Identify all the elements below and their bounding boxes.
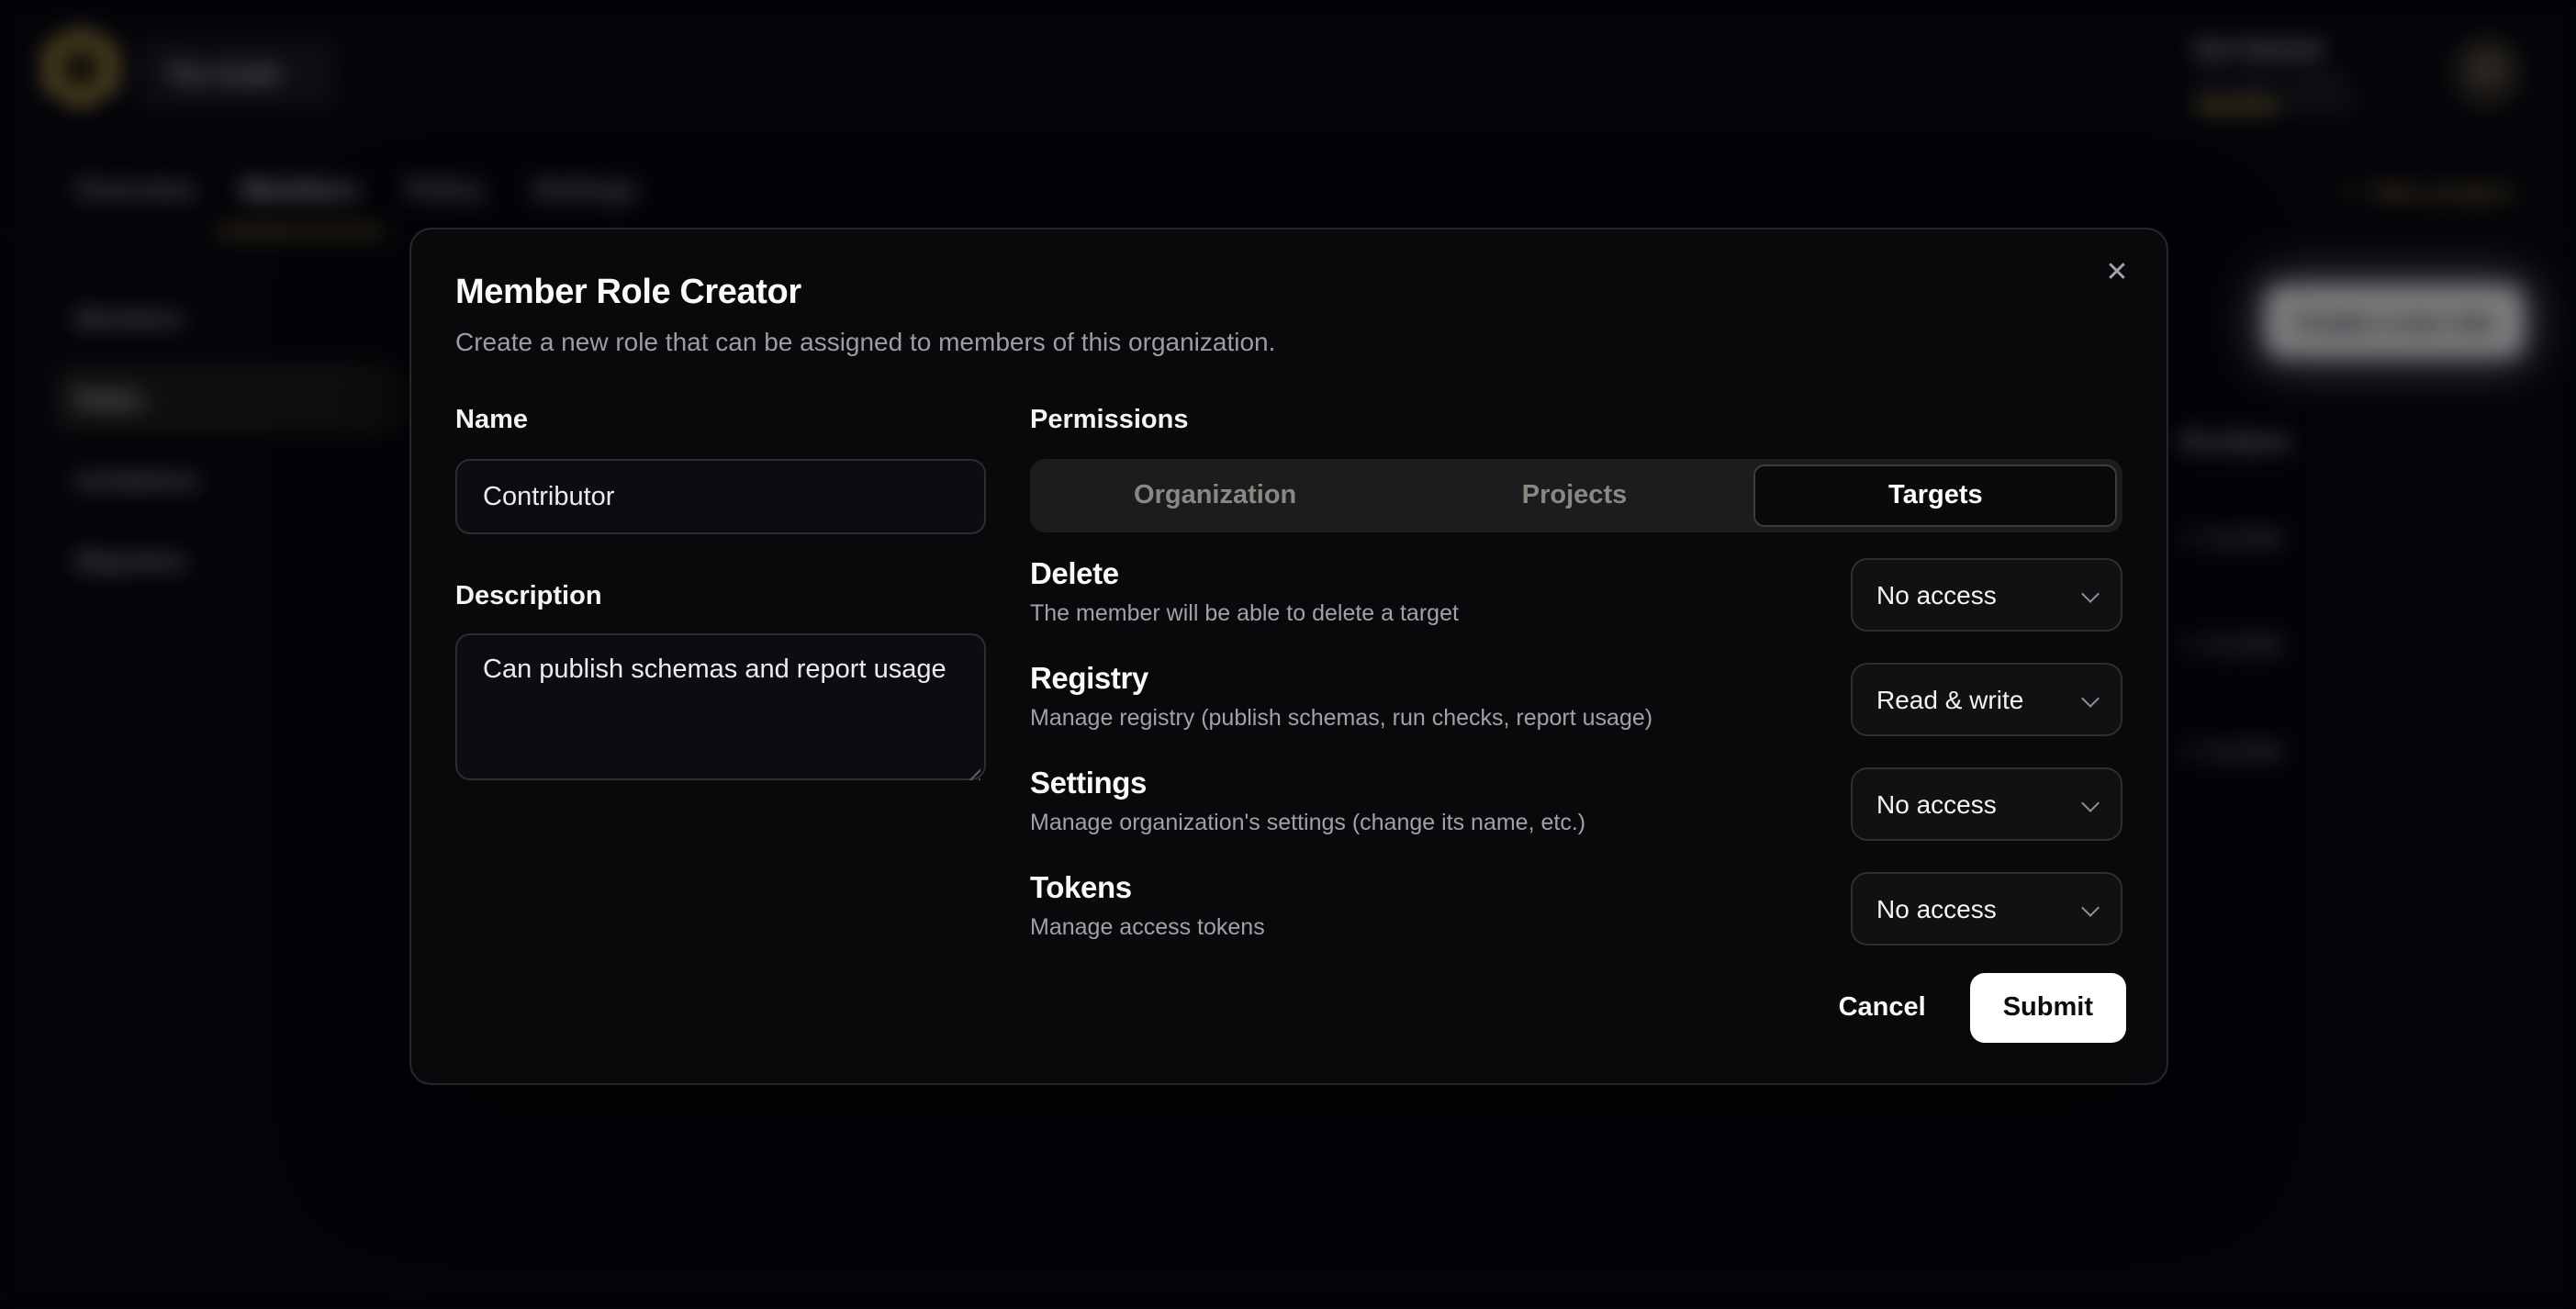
permission-row-delete: Delete The member will be able to delete… bbox=[1030, 558, 2122, 632]
chevron-down-icon bbox=[2081, 584, 2100, 602]
close-icon[interactable]: ✕ bbox=[2097, 253, 2137, 294]
tab-organization[interactable]: Organization bbox=[1036, 464, 1394, 527]
chevron-down-icon bbox=[2081, 898, 2100, 916]
settings-access-select[interactable]: No access bbox=[1851, 767, 2122, 841]
permission-description: Manage organization's settings (change i… bbox=[1030, 810, 1585, 835]
chevron-down-icon bbox=[2081, 688, 2100, 707]
permission-description: Manage registry (publish schemas, run ch… bbox=[1030, 705, 1652, 731]
permission-row-registry: Registry Manage registry (publish schema… bbox=[1030, 663, 2122, 736]
name-label: Name bbox=[455, 406, 528, 435]
registry-access-select[interactable]: Read & write bbox=[1851, 663, 2122, 736]
permission-title: Settings bbox=[1030, 767, 1585, 802]
screen: The Guild Get Started 4 of 7 tasks compl… bbox=[0, 0, 2576, 1309]
permission-title: Delete bbox=[1030, 558, 1459, 593]
dialog-subtitle: Create a new role that can be assigned t… bbox=[455, 327, 2122, 356]
permission-description: The member will be able to delete a targ… bbox=[1030, 600, 1459, 626]
permission-title: Tokens bbox=[1030, 872, 1265, 907]
cancel-button[interactable]: Cancel bbox=[1813, 973, 1952, 1043]
permissions-tabstrip: Organization Projects Targets bbox=[1030, 459, 2122, 532]
role-description-textarea[interactable]: Can publish schemas and report usage bbox=[455, 633, 986, 780]
chevron-down-icon bbox=[2081, 793, 2100, 811]
dialog-title: Member Role Creator bbox=[455, 274, 2122, 314]
permissions-label: Permissions bbox=[1030, 406, 1189, 435]
submit-button[interactable]: Submit bbox=[1970, 973, 2126, 1043]
description-label: Description bbox=[455, 582, 986, 611]
role-name-input[interactable] bbox=[455, 459, 986, 534]
permission-description: Manage access tokens bbox=[1030, 914, 1265, 940]
member-role-creator-dialog: ✕ Member Role Creator Create a new role … bbox=[409, 228, 2168, 1085]
delete-access-select[interactable]: No access bbox=[1851, 558, 2122, 632]
permission-row-settings: Settings Manage organization's settings … bbox=[1030, 767, 2122, 841]
tokens-access-select[interactable]: No access bbox=[1851, 872, 2122, 945]
permission-title: Registry bbox=[1030, 663, 1652, 698]
tab-projects[interactable]: Projects bbox=[1394, 464, 1753, 527]
tab-targets[interactable]: Targets bbox=[1754, 464, 2117, 527]
permission-row-tokens: Tokens Manage access tokens No access bbox=[1030, 872, 2122, 945]
